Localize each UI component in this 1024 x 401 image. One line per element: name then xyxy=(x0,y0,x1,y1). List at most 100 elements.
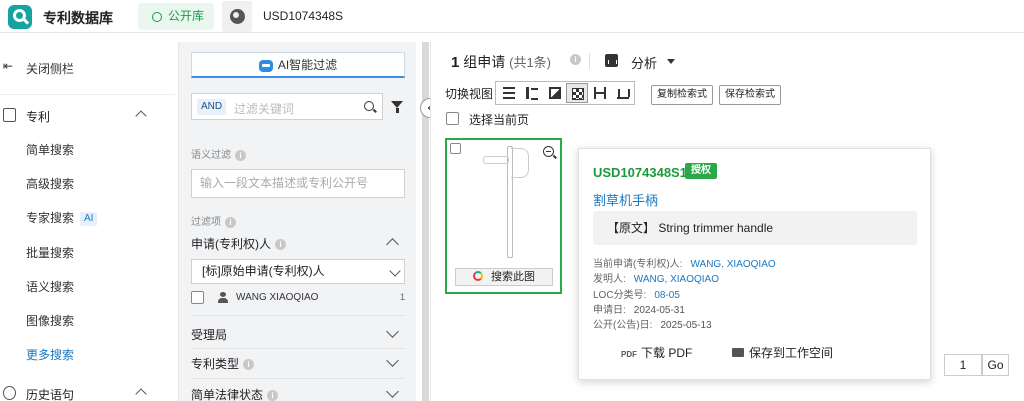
info-icon[interactable]: i xyxy=(275,239,286,251)
applicant-group-header[interactable]: 申请(专利权)人 i xyxy=(191,235,405,253)
publication-date-row: 公开(公告)日: 2025-05-13 xyxy=(593,316,712,331)
office-group-label: 受理局 xyxy=(191,328,228,342)
sidebar-item-batch-search[interactable]: 批量搜索 xyxy=(26,244,74,261)
patent-thumbnail-card[interactable]: 搜索此图 xyxy=(445,138,562,294)
info-icon[interactable]: i xyxy=(570,54,581,65)
sidebar-item-advanced-search[interactable]: 高级搜索 xyxy=(26,175,74,192)
current-assignee-link[interactable]: WANG, XIAOQIAO xyxy=(690,259,775,270)
thumbnail-checkbox[interactable] xyxy=(450,143,461,154)
save-query-button[interactable]: 保存检索式 xyxy=(719,85,781,105)
application-date-row: 申请日: 2024-05-31 xyxy=(593,301,685,316)
applicant-name[interactable]: WANG XIAOQIAO xyxy=(236,292,318,303)
ai-badge: AI xyxy=(80,211,98,226)
applicant-type-value: [标]原始申请(专利权)人 xyxy=(202,264,325,278)
select-page-checkbox[interactable] xyxy=(446,112,459,125)
ai-filter-label: AI智能过滤 xyxy=(277,58,338,72)
history-section-header[interactable]: 历史语句 xyxy=(0,386,175,401)
patent-detail-popover: USD1074348S1 授权 割草机手柄 【原文】 String trimme… xyxy=(578,148,931,380)
clock-icon xyxy=(3,386,16,400)
patent-type-group-header[interactable]: 专利类型 i xyxy=(191,354,405,373)
page-number-input[interactable]: 1 xyxy=(944,354,982,376)
info-icon[interactable]: i xyxy=(267,390,279,401)
chevron-down-icon xyxy=(386,385,399,398)
search-this-image-button[interactable]: 搜索此图 xyxy=(455,268,553,286)
loc-link[interactable]: 08-05 xyxy=(654,290,680,301)
globe-icon xyxy=(230,9,245,24)
applicant-type-select[interactable]: [标]原始申请(专利权)人 xyxy=(191,259,405,284)
query-text[interactable]: USD1074348S xyxy=(263,9,343,23)
sidebar-item-expert-search[interactable]: 专家搜索 AI xyxy=(26,209,98,226)
results-area: 1 组申请 (共1条) i 分析 切换视图 复制检索式 保存检索式 选择当前页 … xyxy=(430,42,1024,401)
analysis-menu[interactable]: 分析 xyxy=(631,53,657,72)
download-pdf-button[interactable]: PDF 下载 PDF xyxy=(621,344,692,361)
result-summary: 1 组申请 (共1条) xyxy=(451,52,551,72)
group-divider xyxy=(191,378,405,379)
top-bar: 专利数据库 公开库 USD1074348S xyxy=(0,0,1024,33)
application-date-label: 申请日: xyxy=(593,305,626,316)
public-library-tab[interactable]: 公开库 xyxy=(138,3,214,30)
patent-title-link[interactable]: 割草机手柄 xyxy=(593,190,658,209)
patent-section-label: 专利 xyxy=(26,110,51,124)
ai-filter-button[interactable]: AI智能过滤 xyxy=(191,52,405,78)
grid-icon xyxy=(572,88,584,100)
patent-section-header[interactable]: 专利 xyxy=(0,108,175,124)
current-assignee-row: 当前申请(专利权)人: WANG, XIAOQIAO xyxy=(593,255,776,270)
info-icon[interactable]: i xyxy=(243,359,255,371)
sidebar-item-more-search[interactable]: 更多搜索 xyxy=(26,346,74,363)
sidebar-item-simple-search[interactable]: 简单搜索 xyxy=(26,141,74,158)
library-icon xyxy=(152,12,162,22)
zoom-in-icon[interactable] xyxy=(543,146,554,157)
globe-button[interactable] xyxy=(222,1,252,32)
info-icon[interactable]: i xyxy=(235,149,246,161)
view-compare-button[interactable] xyxy=(589,83,611,103)
filter-panel-scrollbar[interactable] xyxy=(422,42,429,401)
legal-status-group-header[interactable]: 简单法律状态 i xyxy=(191,385,405,401)
applicant-checkbox[interactable] xyxy=(191,291,204,304)
sidebar-item-image-search[interactable]: 图像搜索 xyxy=(26,312,74,329)
chart-icon[interactable] xyxy=(605,54,618,67)
view-chart-button[interactable] xyxy=(612,83,634,103)
view-grid-button[interactable] xyxy=(566,83,588,103)
view-switcher xyxy=(495,81,635,105)
save-to-workspace-label: 保存到工作空间 xyxy=(749,346,834,360)
and-operator-tag[interactable]: AND xyxy=(197,99,227,115)
close-sidebar-label: 关闭侧栏 xyxy=(26,62,75,76)
robot-icon xyxy=(258,59,273,72)
go-button[interactable]: Go xyxy=(982,354,1009,376)
status-badge: 授权 xyxy=(685,163,717,179)
bar-chart-icon xyxy=(617,87,630,99)
search-icon[interactable] xyxy=(364,101,374,111)
view-text-list-button[interactable] xyxy=(498,83,520,103)
legal-status-group-label: 简单法律状态 xyxy=(191,388,264,401)
patent-number-link[interactable]: USD1074348S1 xyxy=(593,165,687,180)
view-detail-list-button[interactable] xyxy=(521,83,543,103)
funnel-settings-icon[interactable] xyxy=(391,101,403,113)
save-to-workspace-button[interactable]: 保存到工作空间 xyxy=(732,344,833,361)
office-group-header[interactable]: 受理局 xyxy=(191,325,405,344)
pdf-icon: PDF xyxy=(621,350,637,359)
patent-drawing[interactable] xyxy=(483,146,533,262)
compare-icon xyxy=(594,87,606,99)
toolbar-divider xyxy=(589,53,590,69)
sidebar-item-semantic-search[interactable]: 语义搜索 xyxy=(26,278,74,295)
keyword-filter-input[interactable]: AND 过滤关键词 xyxy=(191,93,383,120)
search-this-image-label: 搜索此图 xyxy=(491,271,535,283)
text-list-icon xyxy=(503,87,515,99)
chevron-down-icon xyxy=(386,354,399,367)
info-icon[interactable]: i xyxy=(225,216,236,228)
sidebar: ⇤ 关闭侧栏 专利 简单搜索 高级搜索 专家搜索 AI 批量搜索 语义搜索 图像搜… xyxy=(0,42,175,401)
copy-query-button[interactable]: 复制检索式 xyxy=(651,85,713,105)
image-icon xyxy=(549,87,561,99)
patent-type-group-label: 专利类型 xyxy=(191,357,240,371)
inventor-link[interactable]: WANG, XIAOQIAO xyxy=(634,274,719,285)
chevron-down-icon xyxy=(386,325,399,338)
view-image-button[interactable] xyxy=(544,83,566,103)
select-page-label[interactable]: 选择当前页 xyxy=(469,111,529,128)
semantic-filter-input[interactable]: 输入一段文本描述或专利公开号 xyxy=(191,169,405,198)
application-date-value: 2024-05-31 xyxy=(633,305,685,316)
download-pdf-label: 下载 PDF xyxy=(641,346,693,360)
caret-down-icon[interactable] xyxy=(667,59,675,64)
sidebar-divider xyxy=(0,94,175,95)
result-total: (共1条) xyxy=(509,55,552,70)
filter-panel: AI智能过滤 AND 过滤关键词 语义过滤 i 输入一段文本描述或专利公开号 过滤… xyxy=(178,42,429,401)
